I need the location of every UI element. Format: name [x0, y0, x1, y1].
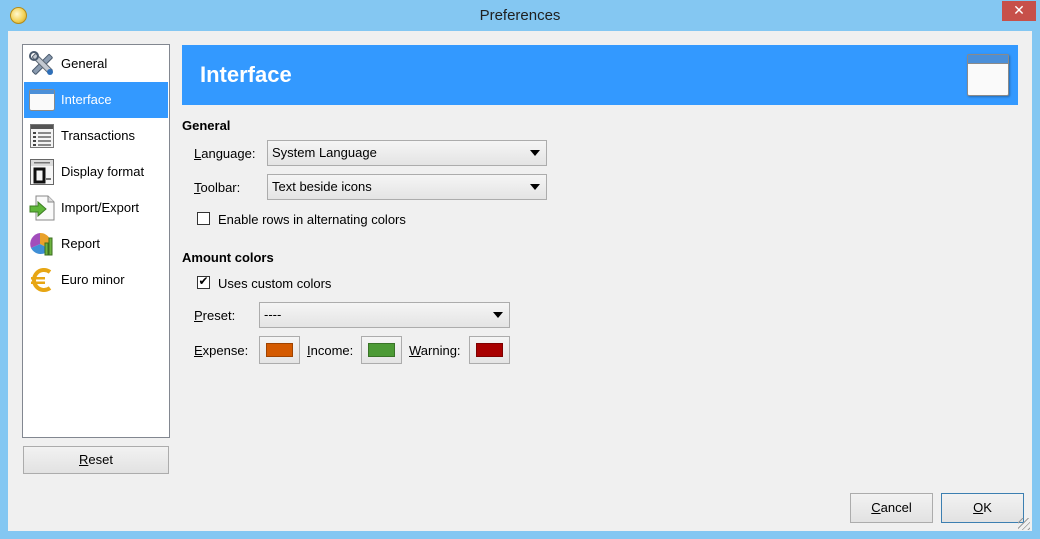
income-label: Income:	[307, 343, 354, 358]
close-button[interactable]: ✕	[1002, 1, 1036, 21]
expense-label: Expense:	[194, 343, 249, 358]
page-title: Interface	[200, 62, 292, 87]
amount-colors-section-title: Amount colors	[182, 250, 274, 265]
preset-value: ----	[264, 307, 282, 322]
euro-icon	[31, 268, 52, 292]
chart-icon	[30, 232, 53, 256]
sidebar-item-report[interactable]: Report	[24, 226, 168, 262]
language-combo[interactable]: System Language	[267, 140, 547, 166]
custom-colors-label[interactable]: Uses custom colors	[218, 276, 331, 292]
alternating-rows-label[interactable]: Enable rows in alternating colors	[218, 212, 406, 228]
preset-label: Preset:	[194, 308, 236, 323]
sidebar-item-general[interactable]: General	[24, 46, 168, 82]
sidebar-item-label: Display format	[61, 164, 145, 179]
language-label: Language:	[194, 146, 256, 161]
list-icon	[30, 124, 54, 148]
preset-combo[interactable]: ----	[259, 302, 510, 328]
tools-icon	[29, 51, 53, 75]
chevron-down-icon	[530, 184, 540, 190]
sidebar-item-display-format[interactable]: Display format	[24, 154, 168, 190]
income-color-swatch	[368, 343, 395, 357]
sidebar-item-label: Interface	[61, 92, 112, 107]
sidebar-item-label: Euro minor	[61, 272, 125, 287]
preferences-sidebar: General Interface Transactions Display f…	[22, 44, 170, 438]
expense-color-swatch	[266, 343, 293, 357]
alternating-rows-checkbox[interactable]	[197, 212, 210, 225]
page-header: Interface	[182, 45, 1018, 105]
preferences-window: Preferences ✕ General Interface Transact…	[0, 0, 1040, 539]
ok-button[interactable]: OK	[941, 493, 1024, 523]
sidebar-item-label: General	[61, 56, 108, 71]
toolbar-label: Toolbar:	[194, 180, 241, 195]
sidebar-item-euro-minor[interactable]: Euro minor	[24, 262, 168, 298]
expense-color-button[interactable]	[259, 336, 300, 364]
warning-label: Warning:	[409, 343, 461, 358]
sidebar-item-label: Report	[61, 236, 101, 251]
reset-button[interactable]: Reset	[23, 446, 169, 474]
window-title: Preferences	[479, 7, 561, 24]
sidebar-item-label: Import/Export	[61, 200, 140, 215]
checkmark-icon: ✔	[198, 274, 209, 288]
window-icon	[29, 89, 55, 111]
title-bar[interactable]: Preferences ✕	[0, 0, 1040, 32]
sidebar-item-label: Transactions	[61, 128, 135, 143]
resize-grip[interactable]	[1018, 518, 1030, 530]
chevron-down-icon	[530, 150, 540, 156]
calendar-icon	[30, 159, 54, 185]
income-color-button[interactable]	[361, 336, 402, 364]
window-icon	[967, 54, 1009, 96]
custom-colors-checkbox[interactable]: ✔	[197, 274, 210, 289]
warning-color-swatch	[476, 343, 503, 357]
chevron-down-icon	[493, 312, 503, 318]
import-export-icon	[29, 195, 55, 221]
language-value: System Language	[272, 145, 377, 160]
sidebar-item-import-export[interactable]: Import/Export	[24, 190, 168, 226]
sidebar-item-transactions[interactable]: Transactions	[24, 118, 168, 154]
general-section-title: General	[182, 118, 231, 133]
toolbar-combo[interactable]: Text beside icons	[267, 174, 547, 200]
dialog-body: General Interface Transactions Display f…	[8, 31, 1032, 531]
sidebar-item-interface[interactable]: Interface	[24, 82, 168, 118]
warning-color-button[interactable]	[469, 336, 510, 364]
toolbar-value: Text beside icons	[272, 179, 372, 194]
cancel-button[interactable]: Cancel	[850, 493, 933, 523]
